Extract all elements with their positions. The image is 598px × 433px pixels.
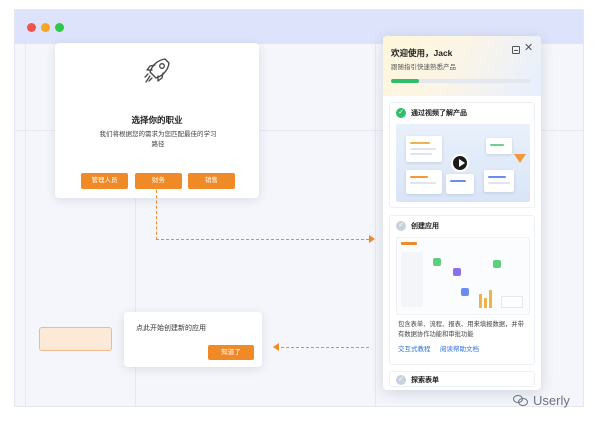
interactive-tutorial-link[interactable]: 交互式教程 <box>398 343 431 353</box>
career-option-sales[interactable]: 销售 <box>188 173 235 189</box>
play-icon[interactable] <box>451 154 469 172</box>
got-it-button[interactable]: 知道了 <box>208 345 254 360</box>
welcome-title: 欢迎使用，Jack <box>391 48 453 58</box>
wechat-icon <box>513 394 529 407</box>
step-watch-video[interactable]: ✓ 通过视频了解产品 <box>389 102 535 208</box>
new-app-placeholder[interactable] <box>39 327 112 351</box>
check-icon: ✓ <box>396 108 406 118</box>
check-icon: ✓ <box>396 221 406 231</box>
step-create-app[interactable]: ✓ 创建应用 包含表单、流程、报表、用来填报数据，并带有数据协作功能和审批功能 … <box>389 215 535 365</box>
guide-connector <box>281 347 369 348</box>
onboarding-progress-bar <box>391 79 531 83</box>
step-title: 通过视频了解产品 <box>411 110 467 117</box>
guide-connector <box>156 239 369 240</box>
career-option-manager[interactable]: 管理人员 <box>81 173 128 189</box>
pointer-icon <box>514 154 526 163</box>
step-title: 创建应用 <box>411 223 439 230</box>
career-select-card: 选择你的职业 我们将根据您的需求为您匹配最佳的学习路径 管理人员 财务 销售 <box>55 43 259 198</box>
hint-text: 点此开始创建新的应用 <box>136 325 206 332</box>
thumbnail-card <box>406 136 442 162</box>
onboarding-header: 欢迎使用，Jack 跟随指引快速熟悉产品 ✕ <box>383 36 541 96</box>
create-app-hint-card: 点此开始创建新的应用 知道了 <box>124 312 262 367</box>
thumbnail-card <box>484 170 514 192</box>
thumbnail-card <box>406 170 442 194</box>
minimize-icon[interactable] <box>512 46 520 54</box>
window-close-dot[interactable] <box>27 23 36 32</box>
help-doc-link[interactable]: 阅读帮助文档 <box>440 343 479 353</box>
thumbnail-card <box>446 174 474 194</box>
step-title: 探索表单 <box>411 377 439 384</box>
grid-line <box>375 44 376 406</box>
career-description: 我们将根据您的需求为您匹配最佳的学习路径 <box>99 131 217 148</box>
career-title: 选择你的职业 <box>131 115 183 125</box>
step-description: 包含表单、流程、报表、用来填报数据，并带有数据协作功能和审批功能 <box>398 321 524 338</box>
career-option-finance[interactable]: 财务 <box>135 173 182 189</box>
step-explore-form[interactable]: ✓ 探索表单 <box>389 371 535 387</box>
userly-watermark: Userly <box>513 393 570 408</box>
watermark-text: Userly <box>533 393 570 408</box>
onboarding-panel: 欢迎使用，Jack 跟随指引快速熟悉产品 ✕ ✓ 通过视频了解产品 ✓ 创建应用… <box>383 36 541 390</box>
app-window: 选择你的职业 我们将根据您的需求为您匹配最佳的学习路径 管理人员 财务 销售 点… <box>14 9 584 407</box>
welcome-subtitle: 跟随指引快速熟悉产品 <box>391 64 456 71</box>
arrow-left-icon <box>273 343 279 351</box>
window-maximize-dot[interactable] <box>55 23 64 32</box>
video-thumbnail[interactable] <box>396 124 530 202</box>
progress-fill <box>391 79 419 83</box>
check-icon: ✓ <box>396 375 406 385</box>
thumbnail-card <box>486 138 512 154</box>
rocket-icon <box>144 58 170 83</box>
arrow-right-icon <box>369 235 375 243</box>
grid-line <box>25 44 26 406</box>
guide-connector <box>156 190 157 240</box>
close-icon[interactable]: ✕ <box>524 42 533 54</box>
window-minimize-dot[interactable] <box>41 23 50 32</box>
app-builder-thumbnail <box>396 237 530 315</box>
